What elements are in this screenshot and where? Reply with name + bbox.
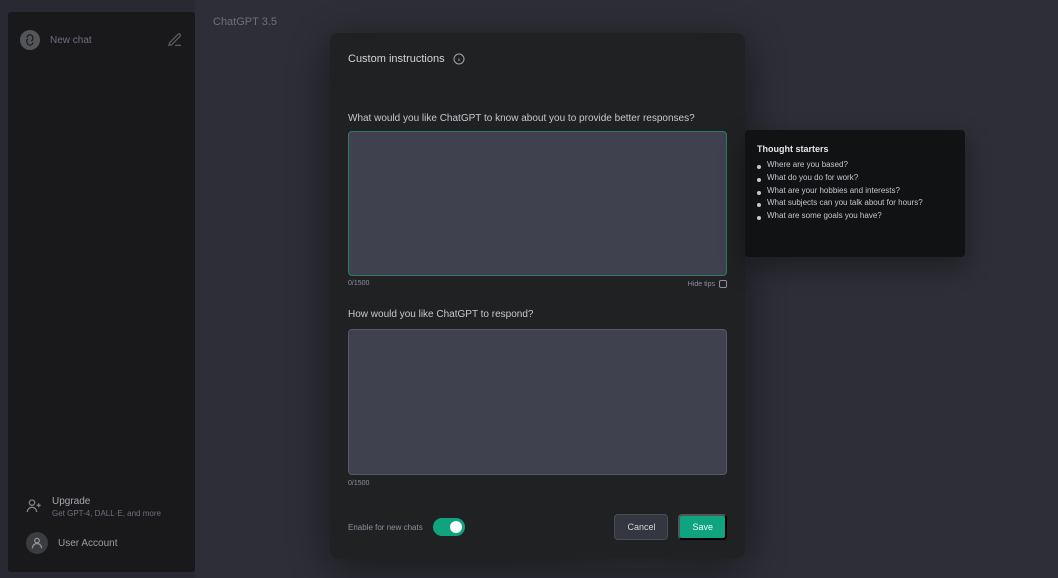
- hide-tips-icon: [719, 280, 727, 288]
- question-1-label: What would you like ChatGPT to know abou…: [348, 113, 695, 124]
- enable-new-chats-label: Enable for new chats: [348, 522, 423, 532]
- tooltip-item-text: What are your hobbies and interests?: [767, 185, 900, 195]
- enable-new-chats-toggle[interactable]: [432, 518, 465, 536]
- tooltip-item: What do you do for work?: [757, 173, 953, 184]
- enable-new-chats-row: Enable for new chats: [348, 518, 465, 536]
- question-2-count: 0/1500: [348, 480, 370, 487]
- modal-title: Custom instructions: [348, 53, 445, 65]
- tooltip-item: Where are you based?: [757, 160, 953, 171]
- modal-footer: Enable for new chats Cancel Save: [348, 514, 727, 540]
- bullet-icon: [757, 216, 761, 221]
- tooltip-item: What subjects can you talk about for hou…: [757, 198, 953, 209]
- bullet-icon: [757, 177, 761, 182]
- bullet-icon: [757, 190, 761, 195]
- custom-instructions-modal: Custom instructions What would you like …: [330, 33, 745, 558]
- question-2-textarea[interactable]: [348, 329, 727, 475]
- question-2-meta: 0/1500: [348, 480, 727, 487]
- toggle-knob: [449, 521, 462, 533]
- modal-title-row: Custom instructions: [348, 53, 465, 65]
- question-1-meta: 0/1500 Hide tips: [348, 280, 727, 288]
- hide-tips-control[interactable]: Hide tips: [688, 280, 727, 288]
- bullet-icon: [757, 165, 761, 169]
- thought-starters-tooltip: Thought starters Where are you based? Wh…: [745, 130, 965, 257]
- tooltip-item-text: What do you do for work?: [767, 172, 859, 182]
- hide-tips-label[interactable]: Hide tips: [688, 281, 715, 288]
- cancel-button[interactable]: Cancel: [614, 514, 669, 540]
- tooltip-item-text: What subjects can you talk about for hou…: [767, 198, 923, 208]
- question-2-label: How would you like ChatGPT to respond?: [348, 309, 534, 320]
- tooltip-item: What are your hobbies and interests?: [757, 186, 953, 197]
- tooltip-item: What are some goals you have?: [757, 211, 953, 222]
- save-button[interactable]: Save: [678, 514, 727, 540]
- tooltip-item-text: Where are you based?: [767, 160, 848, 169]
- question-1-textarea[interactable]: [348, 131, 727, 276]
- tooltip-title: Thought starters: [757, 144, 829, 154]
- modal-action-buttons: Cancel Save: [614, 514, 727, 540]
- app-frame: New chat Upgrade Get GPT-4, DALL·E, and …: [0, 0, 1058, 578]
- tooltip-list: Where are you based? What do you do for …: [757, 160, 953, 222]
- bullet-icon: [757, 203, 761, 208]
- info-icon[interactable]: [453, 53, 465, 65]
- question-1-count: 0/1500: [348, 280, 370, 287]
- tooltip-item-text: What are some goals you have?: [767, 211, 882, 221]
